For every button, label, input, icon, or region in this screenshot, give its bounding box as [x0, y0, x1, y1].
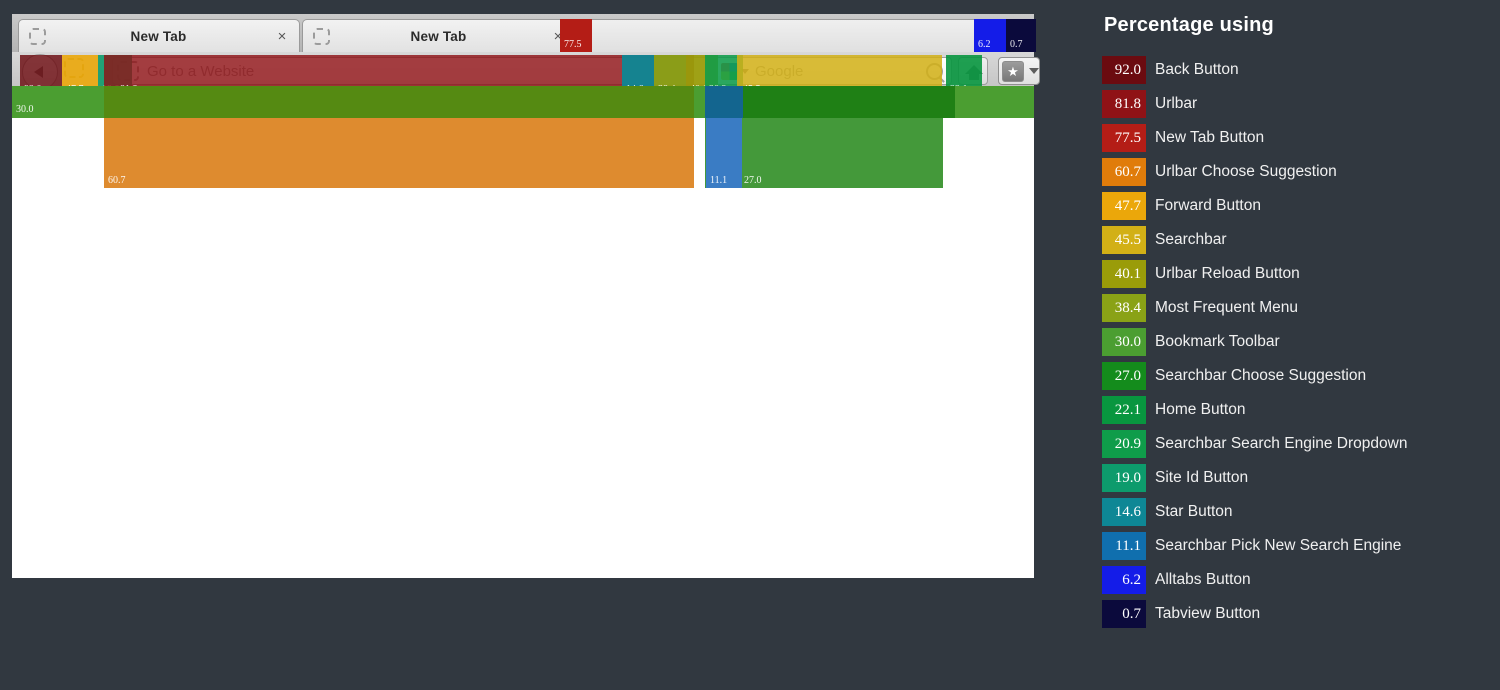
legend-label: Searchbar Choose Suggestion	[1155, 367, 1367, 384]
legend-label: Tabview Button	[1155, 605, 1261, 622]
legend-label: New Tab Button	[1155, 129, 1265, 146]
legend-item: 40.1 Urlbar Reload Button	[1102, 257, 1492, 291]
star-button[interactable]: ★	[998, 57, 1040, 85]
chevron-down-icon[interactable]	[1029, 68, 1039, 74]
star-icon: ★	[1002, 60, 1024, 82]
overlay-value: 11.1	[710, 175, 728, 186]
overlay-value: 6.2	[978, 39, 991, 50]
legend-swatch: 0.7	[1102, 600, 1146, 628]
overlay-value: 60.7	[108, 175, 126, 186]
tab-2-title: New Tab	[410, 28, 467, 44]
legend-label: Searchbar	[1155, 231, 1227, 248]
overlay-new-tab-button: 77.5	[560, 19, 592, 52]
legend-swatch: 22.1	[1102, 396, 1146, 424]
legend-item: 0.7 Tabview Button	[1102, 597, 1492, 631]
legend-item: 45.5 Searchbar	[1102, 223, 1492, 257]
legend-label: Star Button	[1155, 503, 1233, 520]
legend-swatch: 6.2	[1102, 566, 1146, 594]
legend-item: 38.4 Most Frequent Menu	[1102, 291, 1492, 325]
legend-swatch: 20.9	[1102, 430, 1146, 458]
legend-swatch: 47.7	[1102, 192, 1146, 220]
overlay-searchbar-pick-new-search-engine: 11.1	[706, 118, 742, 188]
legend-label: Searchbar Pick New Search Engine	[1155, 537, 1402, 554]
overlay-urlbar-choose-suggestion: 60.7	[104, 118, 694, 188]
overlay-value: 30.0	[16, 104, 34, 115]
tab-2[interactable]: New Tab ×	[302, 19, 576, 52]
legend-swatch: 14.6	[1102, 498, 1146, 526]
legend-swatch: 19.0	[1102, 464, 1146, 492]
legend-item: 92.0 Back Button	[1102, 53, 1492, 87]
legend-swatch: 27.0	[1102, 362, 1146, 390]
legend-item: 19.0 Site Id Button	[1102, 461, 1492, 495]
legend-label: Site Id Button	[1155, 469, 1249, 486]
tab-strip-empty-area	[578, 19, 1028, 52]
legend-item: 47.7 Forward Button	[1102, 189, 1492, 223]
legend-swatch: 30.0	[1102, 328, 1146, 356]
legend-label: Urlbar Choose Suggestion	[1155, 163, 1337, 180]
legend-swatch: 38.4	[1102, 294, 1146, 322]
legend-swatch: 81.8	[1102, 90, 1146, 118]
legend-label: Searchbar Search Engine Dropdown	[1155, 435, 1408, 452]
overlay-urlbar-suggestion-band	[104, 86, 694, 118]
legend-swatch: 77.5	[1102, 124, 1146, 152]
legend-item: 20.9 Searchbar Search Engine Dropdown	[1102, 427, 1492, 461]
legend-swatch: 60.7	[1102, 158, 1146, 186]
legend-item: 27.0 Searchbar Choose Suggestion	[1102, 359, 1492, 393]
legend-label: Home Button	[1155, 401, 1246, 418]
legend-rows: 92.0 Back Button 81.8 Urlbar 77.5 New Tab But…	[1102, 53, 1492, 631]
legend-label: Bookmark Toolbar	[1155, 333, 1280, 350]
screenshot-root: New Tab × New Tab × Go to a Website	[0, 0, 1500, 690]
overlay-tabview-button: 0.7	[1006, 19, 1036, 52]
overlay-value: 0.7	[1010, 39, 1023, 50]
legend-label: Alltabs Button	[1155, 571, 1251, 588]
legend-label: Urlbar	[1155, 95, 1198, 112]
tab-strip: New Tab × New Tab ×	[12, 14, 1034, 52]
legend-item: 6.2 Alltabs Button	[1102, 563, 1492, 597]
legend-item: 81.8 Urlbar	[1102, 87, 1492, 121]
legend-item: 22.1 Home Button	[1102, 393, 1492, 427]
legend-label: Most Frequent Menu	[1155, 299, 1299, 316]
legend-swatch: 40.1	[1102, 260, 1146, 288]
favicon-placeholder-icon	[313, 27, 330, 45]
legend-item: 77.5 New Tab Button	[1102, 121, 1492, 155]
legend-item: 60.7 Urlbar Choose Suggestion	[1102, 155, 1492, 189]
legend-item: 11.1 Searchbar Pick New Search Engine	[1102, 529, 1492, 563]
tab-1[interactable]: New Tab ×	[18, 19, 300, 52]
tab-1-title: New Tab	[130, 28, 187, 44]
legend-label: Back Button	[1155, 61, 1239, 78]
legend-swatch: 11.1	[1102, 532, 1146, 560]
favicon-placeholder-icon	[29, 27, 46, 45]
browser-window-mock: New Tab × New Tab × Go to a Website	[12, 14, 1040, 578]
overlay-searchbar-pick-engine-band	[705, 86, 743, 118]
legend-swatch: 45.5	[1102, 226, 1146, 254]
overlay-value: 77.5	[564, 39, 582, 50]
legend: Percentage using 92.0 Back Button 81.8 Urlb…	[1102, 14, 1492, 631]
legend-swatch: 92.0	[1102, 56, 1146, 84]
legend-item: 14.6 Star Button	[1102, 495, 1492, 529]
legend-title: Percentage using	[1104, 14, 1274, 36]
close-icon[interactable]: ×	[271, 28, 293, 45]
overlay-alltabs-button: 6.2	[974, 19, 1006, 52]
legend-item: 30.0 Bookmark Toolbar	[1102, 325, 1492, 359]
legend-label: Forward Button	[1155, 197, 1261, 214]
legend-label: Urlbar Reload Button	[1155, 265, 1300, 282]
overlay-value: 27.0	[744, 175, 762, 186]
